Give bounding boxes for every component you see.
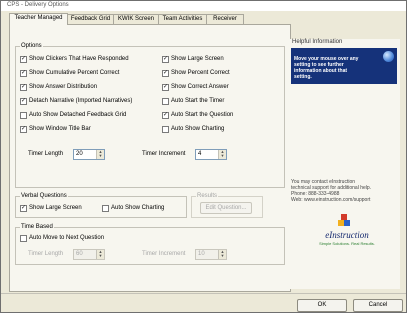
time-based-label: Time Based [20,223,54,231]
spin-down-icon[interactable]: ▼ [97,154,104,158]
logo-tagline: Simple Solutions. Real Results. [319,241,375,246]
time-based-group: Time Based Auto Move to Next Question Ti… [15,223,285,265]
help-message: Move your mouse over any setting to see … [294,56,359,80]
options-group-label: Options [20,42,43,50]
spinner-arrows[interactable]: ▲ ▼ [218,150,226,159]
verbal-questions-group: Verbal Questions Show Large Screen Auto … [15,192,187,218]
checkbox-box [162,55,169,63]
checkbox-box [20,125,27,133]
checkbox-label: Auto Show Charting [111,205,165,211]
spinner-arrows[interactable]: ▲ ▼ [96,150,104,159]
timer-increment-label: Timer Increment [142,151,186,157]
help-message-box: Move your mouse over any setting to see … [291,48,397,84]
logo-blocks-icon [338,214,350,226]
checkbox-box [162,126,169,133]
time-based-timer-length-spinner[interactable]: 60 ▲ ▼ [73,249,105,260]
spinner-arrows[interactable]: ▲ ▼ [96,250,104,259]
time-based-timer-length-value: 60 [76,251,83,257]
checkbox-box [20,204,27,212]
spin-down-icon[interactable]: ▼ [97,254,104,258]
spin-down-icon[interactable]: ▼ [219,154,226,158]
checkbox-label: Detach Narrative (Imported Narratives) [29,98,133,104]
timer-length-label: Timer Length [28,151,64,157]
checkbox-label: Show Large Screen [29,205,82,211]
checkbox-label: Auto Show Charting [171,126,225,132]
time-based-timer-length-label: Timer Length [28,251,64,257]
time-based-timer-increment-spinner[interactable]: 10 ▲ ▼ [195,249,227,260]
checkbox-box [20,97,27,105]
cancel-button[interactable]: Cancel [353,299,403,312]
time-based-timer-increment-label: Timer Increment [142,251,186,257]
support-web: Web: www.einstruction.com/support [291,197,371,203]
checkbox-label: Show Clickers That Have Responded [29,56,129,62]
timer-length-value: 20 [76,151,83,157]
checkbox-box [20,69,27,77]
checkbox-box [162,98,169,105]
checkbox-label: Auto Show Detached Feedback Grid [29,112,127,118]
checkbox-box [20,112,27,119]
checkbox-box [20,235,27,242]
checkbox-label: Show Percent Correct [171,70,230,76]
checkbox-label: Show Cumulative Percent Correct [29,70,120,76]
checkbox-box [162,69,169,77]
tab-teacher-managed[interactable]: Teacher Managed [9,13,68,25]
support-info: You may contact eInstruction technical s… [291,179,397,203]
checkbox-label: Show Answer Distribution [29,84,98,90]
timer-length-spinner[interactable]: 20 ▲ ▼ [73,149,105,160]
teacher-managed-panel: Options Show Clickers That Have Responde… [9,24,291,292]
tab-feedback-grid[interactable]: Feedback Grid [67,14,114,24]
ok-button[interactable]: OK [297,299,347,312]
checkbox-label: Show Large Screen [171,56,224,62]
info-globe-icon [383,51,394,62]
checkbox-box [20,83,27,91]
tab-team-activities[interactable]: Team Activities [158,14,207,24]
title-bar: CPS - Delivery Options [1,1,406,11]
logo-name: eInstruction [325,230,369,240]
checkbox-label: Show Correct Answer [171,84,229,90]
verbal-questions-label: Verbal Questions [20,192,68,200]
checkbox-label: Auto Start the Question [171,112,234,118]
helpful-information-title: Helpful Information [292,39,343,45]
tab-kwik-screen[interactable]: KWIK Screen [113,14,159,24]
spin-down-icon[interactable]: ▼ [219,254,226,258]
checkbox-label: Auto Start the Timer [171,98,225,104]
dialog-footer: OK Cancel [1,293,406,313]
checkbox-box [20,55,27,63]
checkbox-label: Show Window Title Bar [29,126,91,132]
timer-increment-value: 4 [198,151,202,157]
time-based-timer-increment-value: 10 [198,251,205,257]
results-group: Results Edit Question... [191,192,263,218]
checkbox-box [162,111,169,119]
window-title: CPS - Delivery Options [7,2,69,8]
checkbox-box [162,83,169,91]
results-group-label: Results [196,192,219,200]
einstruction-logo: eInstruction Simple Solutions. Real Resu… [309,214,385,250]
spinner-arrows[interactable]: ▲ ▼ [218,250,226,259]
timer-increment-spinner[interactable]: 4 ▲ ▼ [195,149,227,160]
helpful-information-panel: Helpful Information Move your mouse over… [290,39,400,289]
options-group: Options Show Clickers That Have Responde… [15,42,285,188]
delivery-options-window: CPS - Delivery Options Teacher Managed F… [0,0,407,313]
edit-question-button[interactable]: Edit Question... [200,202,252,214]
checkbox-box [102,205,109,212]
tab-receiver[interactable]: Receiver [206,14,244,24]
checkbox-label: Auto Move to Next Question [29,235,105,241]
